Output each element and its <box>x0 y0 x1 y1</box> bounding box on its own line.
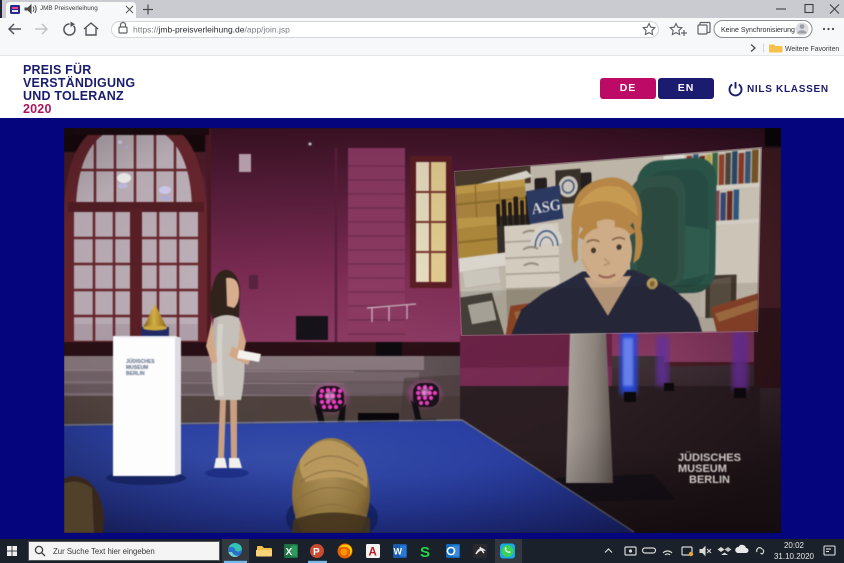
svg-text:Weitere Favoriten: Weitere Favoriten <box>785 46 839 53</box>
svg-text:A: A <box>369 547 377 559</box>
svg-text:P: P <box>313 547 320 558</box>
svg-text:JÜDISCHES: JÜDISCHES <box>126 358 155 365</box>
svg-text:BERLIN: BERLIN <box>689 474 730 486</box>
svg-text:X: X <box>286 547 293 558</box>
svg-text:S: S <box>420 544 430 561</box>
svg-text:https://jmb-preisverleihung.de: https://jmb-preisverleihung.de/app/join.… <box>133 25 290 35</box>
svg-text:BERLIN: BERLIN <box>126 371 145 377</box>
svg-text:Keine Synchronisierung: Keine Synchronisierung <box>721 27 795 34</box>
svg-text:W: W <box>394 547 403 557</box>
